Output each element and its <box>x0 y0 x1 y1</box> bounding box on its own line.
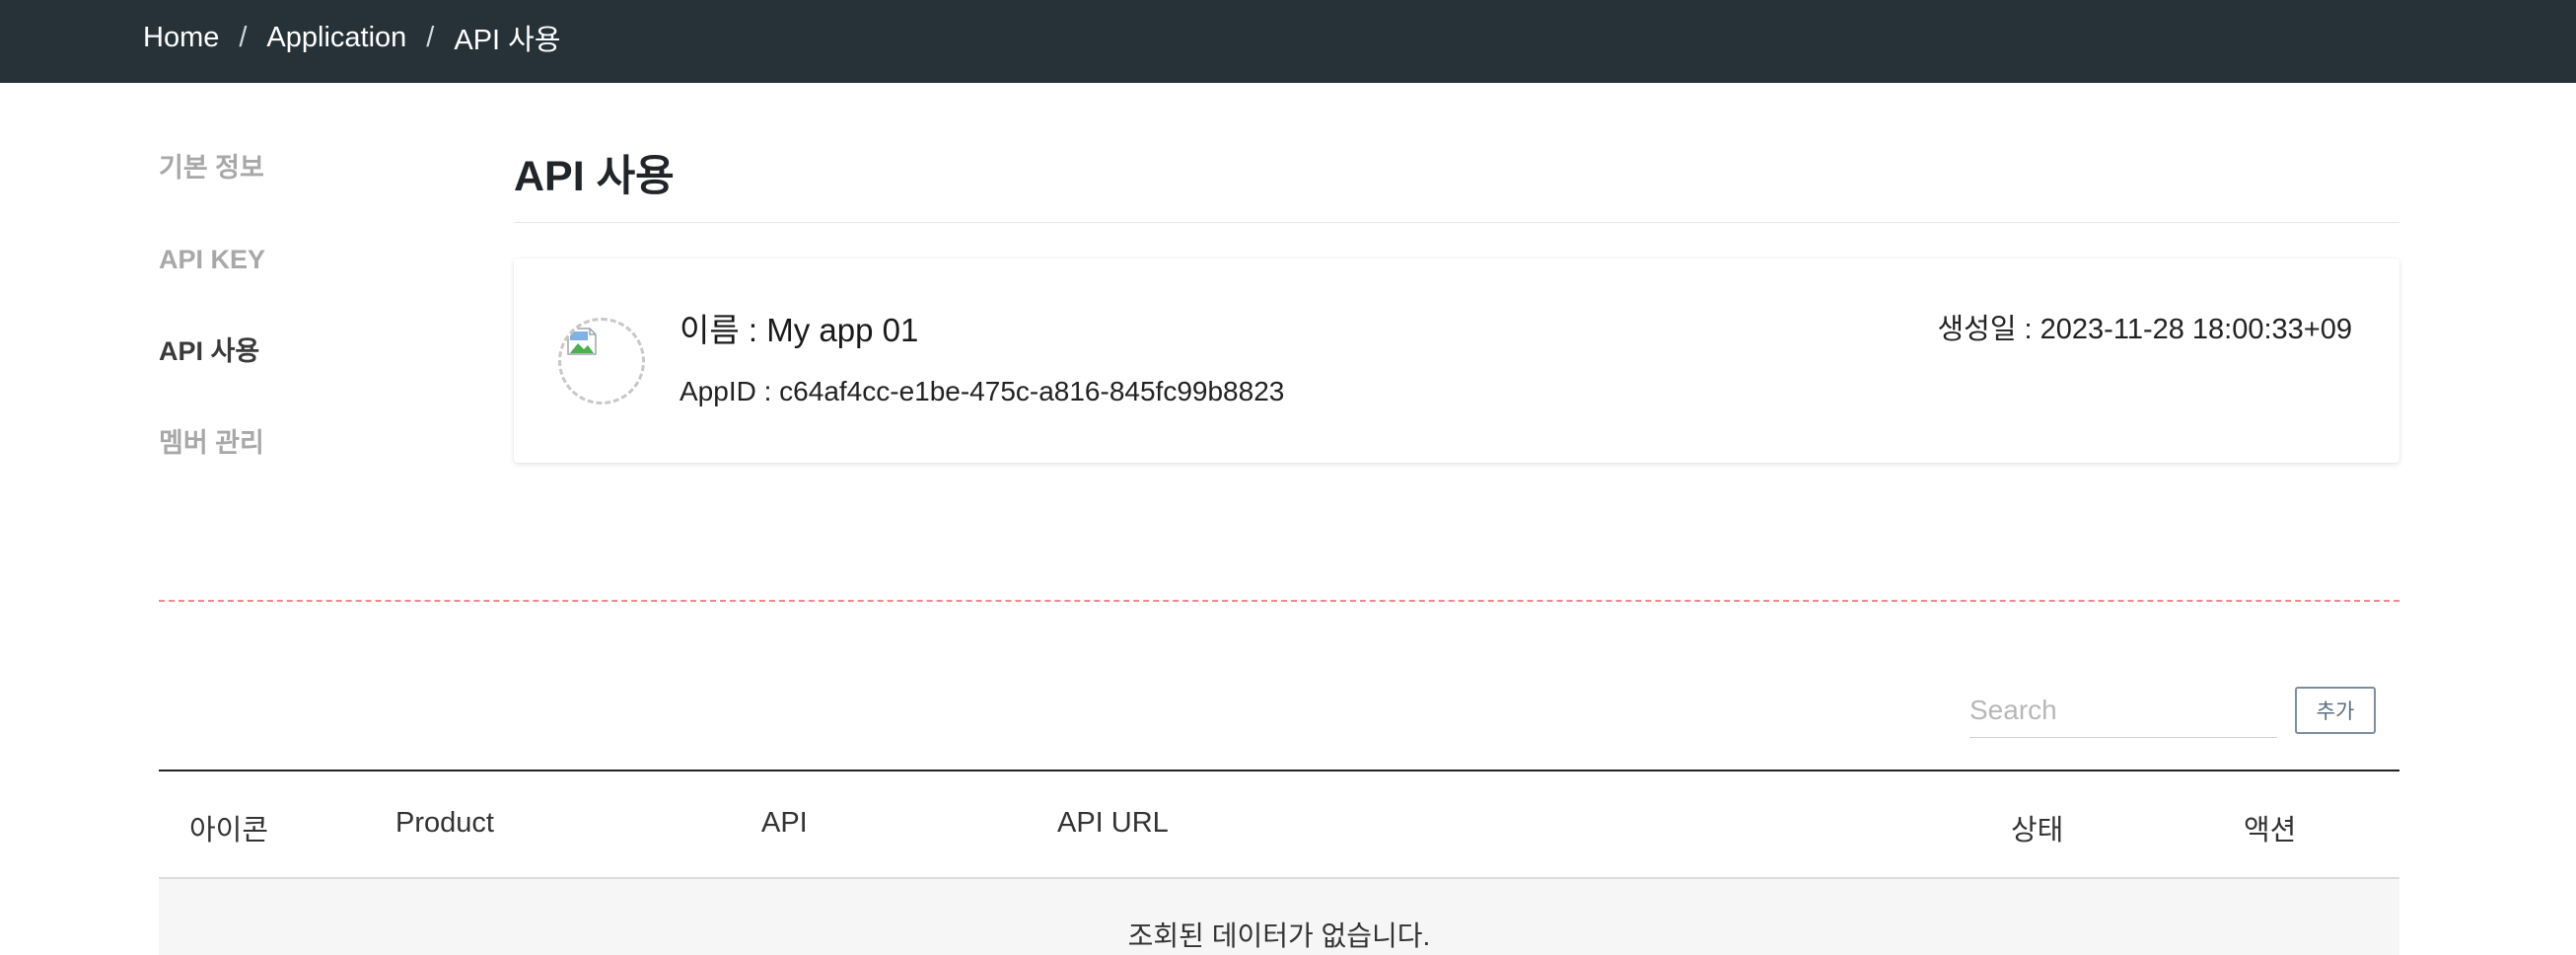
created-value: 2023-11-28 18:00:33+09 <box>2039 314 2352 345</box>
breadcrumb-home[interactable]: Home <box>143 22 219 54</box>
top-navbar: Home / Application / API 사용 <box>0 0 2576 83</box>
app-info-card: 이름 : My app 01 AppID : c64af4cc-e1be-475… <box>514 258 2399 463</box>
app-id: AppID : c64af4cc-e1be-475c-a816-845fc99b… <box>680 376 1284 407</box>
app-id-value: c64af4cc-e1be-475c-a816-845fc99b8823 <box>779 376 1285 406</box>
breadcrumb-separator: / <box>426 21 435 53</box>
title-divider <box>514 222 2399 223</box>
table-header: 아이콘 Product API API URL 상태 액션 <box>159 771 2399 878</box>
breadcrumb-separator: / <box>239 21 248 53</box>
sidebar-item-api-key[interactable]: API KEY <box>159 240 265 331</box>
column-header-product: Product <box>395 807 494 839</box>
app-id-label: AppID : <box>680 376 780 406</box>
add-button[interactable]: 추가 <box>2295 687 2376 734</box>
column-header-action: 액션 <box>2244 815 2297 846</box>
sidebar-item-member-management[interactable]: 멤버 관리 <box>159 423 265 515</box>
broken-image-icon <box>567 328 597 355</box>
sidebar-item-api-usage[interactable]: API 사용 <box>159 331 265 423</box>
sidebar-nav: 기본 정보 API KEY API 사용 멤버 관리 <box>159 148 265 515</box>
column-header-api: API <box>761 807 808 839</box>
sidebar-item-basic-info[interactable]: 기본 정보 <box>159 148 265 240</box>
column-header-status: 상태 <box>2011 815 2064 846</box>
app-created-date: 생성일 : 2023-11-28 18:00:33+09 <box>1937 306 2352 347</box>
app-name: 이름 : My app 01 <box>680 304 918 351</box>
column-header-icon: 아이콘 <box>189 815 269 846</box>
search-input[interactable] <box>1969 683 2277 738</box>
empty-message: 조회된 데이터가 없습니다. <box>1127 920 1431 951</box>
section-divider <box>159 600 2399 602</box>
table-empty-row: 조회된 데이터가 없습니다. <box>159 879 2399 955</box>
app-avatar <box>558 318 645 404</box>
app-name-label: 이름 : <box>680 312 767 348</box>
page-title: API 사용 <box>514 153 675 200</box>
app-name-value: My app 01 <box>766 312 919 348</box>
breadcrumb: Home / Application / API 사용 <box>143 17 561 58</box>
column-header-api-url: API URL <box>1057 807 1169 839</box>
breadcrumb-application[interactable]: Application <box>266 22 406 54</box>
created-label: 생성일 : <box>1937 314 2040 345</box>
breadcrumb-current: API 사용 <box>454 25 561 56</box>
